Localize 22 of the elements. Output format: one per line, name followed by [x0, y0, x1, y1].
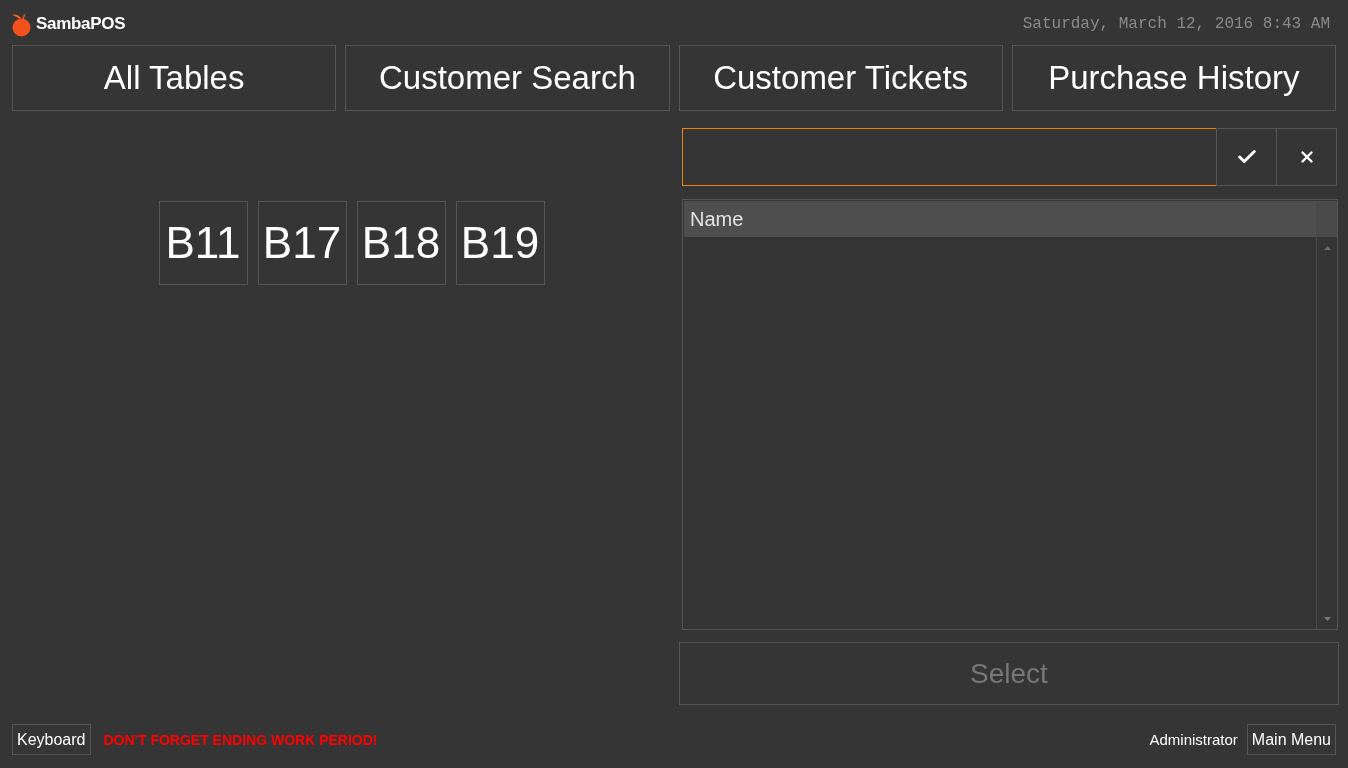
- table-button[interactable]: B11: [158, 201, 248, 285]
- nav-button[interactable]: Customer Tickets: [678, 45, 1003, 111]
- table-button[interactable]: B17: [257, 201, 347, 285]
- scroll-down-icon[interactable]: [1323, 617, 1331, 621]
- date-time: Saturday, March 12, 2016 8:43 AM: [1022, 15, 1330, 33]
- confirm-button[interactable]: [1216, 128, 1277, 186]
- keyboard-button[interactable]: Keyboard: [12, 724, 91, 755]
- warning-message: DON'T FORGET ENDING WORK PERIOD!: [103, 731, 378, 748]
- table-button[interactable]: B18: [356, 201, 446, 285]
- nav-button[interactable]: Customer Search: [345, 45, 670, 111]
- cancel-button[interactable]: [1276, 128, 1337, 186]
- nav-button[interactable]: All Tables: [12, 45, 337, 111]
- scrollbar[interactable]: [1316, 201, 1337, 629]
- scroll-up-icon[interactable]: [1323, 246, 1331, 250]
- search-field[interactable]: [682, 128, 1217, 186]
- column-header[interactable]: Name: [684, 201, 1316, 237]
- user-name: Administrator: [1149, 731, 1238, 748]
- app-name: SambaPOS: [36, 14, 126, 34]
- nav-button[interactable]: Purchase History: [1011, 45, 1336, 111]
- table-button[interactable]: B19: [455, 201, 545, 285]
- main-menu-button[interactable]: Main Menu: [1246, 724, 1336, 755]
- apple-icon: [10, 11, 33, 37]
